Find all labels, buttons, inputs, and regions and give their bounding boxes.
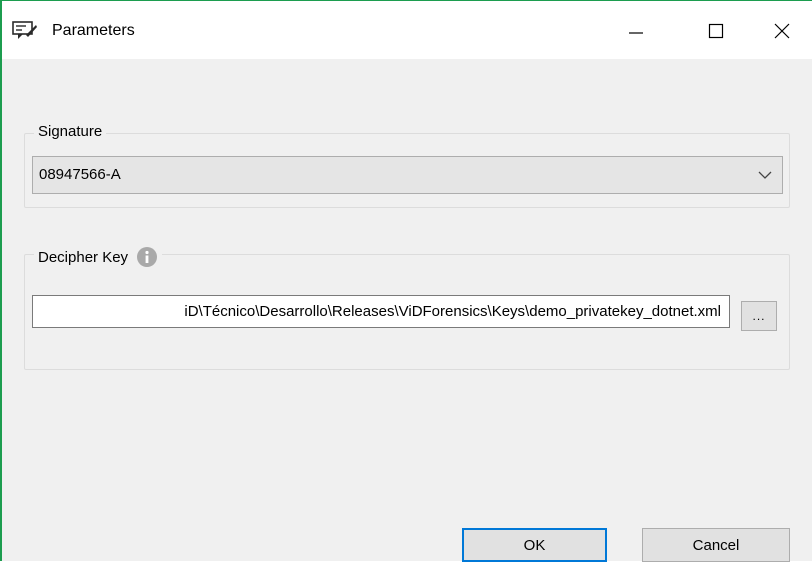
signature-dropdown[interactable]: 08947566-A <box>32 156 783 194</box>
chevron-down-icon <box>758 171 772 179</box>
window-title: Parameters <box>52 22 135 39</box>
close-icon <box>774 23 790 39</box>
minimize-button[interactable] <box>606 5 666 57</box>
close-button[interactable] <box>752 5 812 57</box>
cancel-button-label: Cancel <box>692 536 740 554</box>
browse-button-label: ... <box>752 309 766 323</box>
signature-label: Signature <box>38 123 103 140</box>
ok-button[interactable]: OK <box>462 528 607 562</box>
maximize-button[interactable] <box>686 5 746 57</box>
decipher-key-label: Decipher Key <box>38 248 129 266</box>
minimize-icon <box>629 32 643 34</box>
decipher-key-group-label: Decipher Key <box>34 246 163 268</box>
parameters-dialog: Parameters Signature 08947566-A Decipher… <box>0 0 812 562</box>
key-path-value: iD\Técnico\Desarrollo\Releases\ViDForens… <box>184 303 721 320</box>
signature-group-label: Signature <box>34 123 107 140</box>
parameters-window-icon <box>12 21 38 41</box>
key-path-input[interactable]: iD\Técnico\Desarrollo\Releases\ViDForens… <box>32 295 730 328</box>
title-bar[interactable]: Parameters <box>2 1 812 59</box>
cancel-button[interactable]: Cancel <box>642 528 790 562</box>
info-icon[interactable] <box>136 246 158 268</box>
maximize-icon <box>708 23 724 39</box>
browse-button[interactable]: ... <box>741 301 777 331</box>
ok-button-label: OK <box>523 536 546 554</box>
signature-selected-value: 08947566-A <box>39 166 121 183</box>
